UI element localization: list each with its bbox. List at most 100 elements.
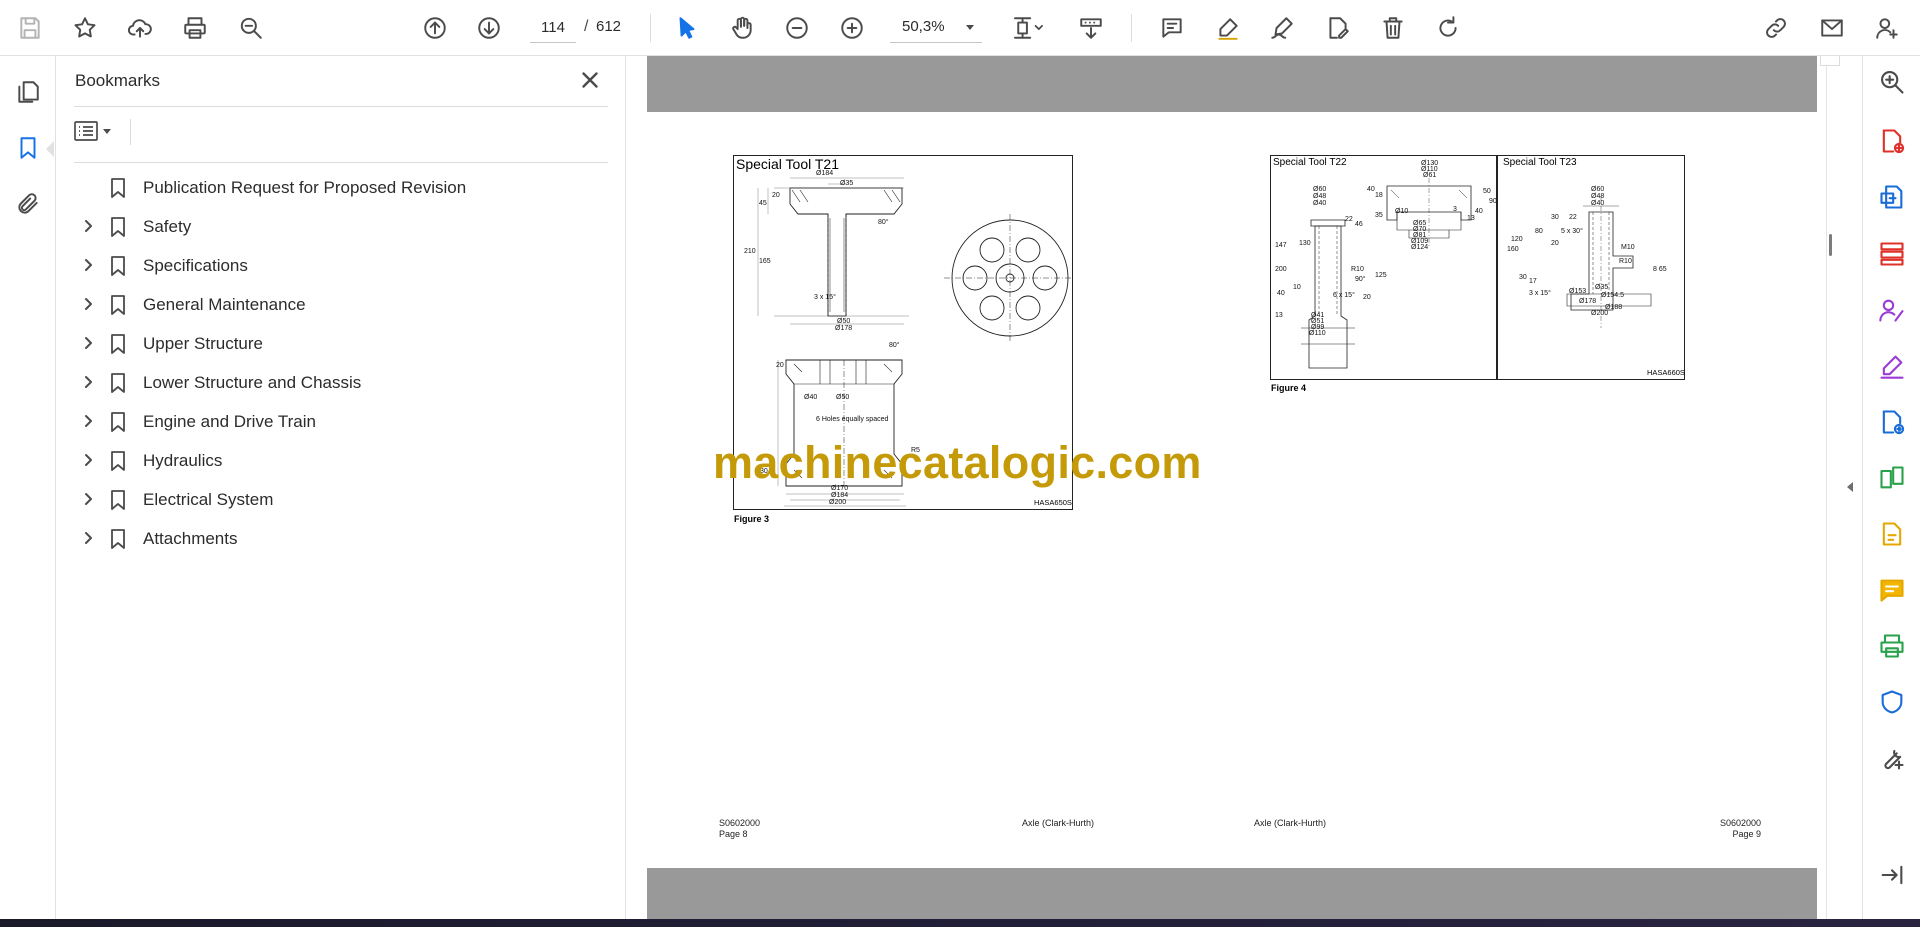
dimension-label: Ø178 (835, 325, 853, 332)
trash-icon (1383, 17, 1403, 39)
collapse-right-panel-handle[interactable] (1843, 474, 1859, 500)
dimension-label: Ø35 (1595, 284, 1609, 291)
figure-4-frame: Special Tool T22 Special Tool T23 Ø130 Ø… (1270, 155, 1685, 380)
bookmark-item-upper-structure[interactable]: Upper Structure (74, 324, 608, 363)
upload-cloud-button[interactable] (122, 10, 158, 46)
pages-icon (18, 81, 39, 103)
chevron-right-icon[interactable] (81, 375, 95, 389)
hand-tool-button[interactable] (724, 10, 760, 46)
dimension-label: 13 (1275, 312, 1283, 319)
protect-button[interactable] (1876, 686, 1908, 718)
chevron-right-icon[interactable] (81, 453, 95, 467)
total-pages: 612 (596, 18, 622, 35)
next-page-button[interactable] (471, 10, 507, 46)
scroll-mode-icon (1080, 18, 1102, 39)
print-button[interactable] (177, 10, 213, 46)
dimension-label: 125 (1375, 272, 1387, 279)
bookmark-icon (109, 255, 127, 277)
footer-section-title: Axle (Clark-Hurth) (1254, 818, 1327, 828)
footer-doc-code: S0602000 (719, 818, 761, 828)
previous-page-button[interactable] (417, 10, 453, 46)
comment-tool-button[interactable] (1876, 574, 1908, 606)
bookmark-item-safety[interactable]: Safety (74, 207, 608, 246)
tools-rail (1862, 56, 1920, 919)
bookmark-item-hydraulics[interactable]: Hydraulics (74, 441, 608, 480)
zoom-out-button[interactable] (779, 10, 815, 46)
bookmark-item-electrical-system[interactable]: Electrical System (74, 480, 608, 519)
bookmarks-panel-button[interactable] (10, 130, 46, 166)
vertical-scrollbar[interactable] (1827, 56, 1839, 919)
dimension-label: M10 (1621, 244, 1635, 251)
select-tool-button[interactable] (669, 10, 705, 46)
bookmark-item-lower-structure[interactable]: Lower Structure and Chassis (74, 363, 608, 402)
dimension-label: 40 (1277, 290, 1285, 297)
dimension-label: Ø48 (1591, 193, 1605, 200)
email-button[interactable] (1814, 10, 1850, 46)
scrollbar-thumb[interactable] (1829, 234, 1832, 256)
zoom-level-select[interactable]: 50,3% (890, 13, 982, 43)
export-pdf-button[interactable] (1876, 181, 1908, 213)
delete-button[interactable] (1375, 10, 1411, 46)
wrench-plus-icon (1884, 749, 1904, 770)
dimension-label: 6 x 15° (1333, 292, 1355, 299)
bookmark-item-attachments[interactable]: Attachments (74, 519, 608, 558)
close-icon (582, 72, 598, 88)
bookmark-item-engine-drive-train[interactable]: Engine and Drive Train (74, 402, 608, 441)
comment-icon (1162, 18, 1182, 38)
chevron-right-icon[interactable] (81, 492, 95, 506)
more-tools-button[interactable] (1876, 742, 1908, 774)
bookmark-star-button[interactable] (67, 10, 103, 46)
find-button[interactable] (233, 10, 269, 46)
fill-sign-button[interactable] (1876, 350, 1908, 382)
chevron-right-icon[interactable] (81, 258, 95, 272)
rotate-button[interactable] (1430, 10, 1466, 46)
chevron-right-icon[interactable] (81, 297, 95, 311)
bookmark-options-button[interactable] (74, 116, 120, 146)
dimension-label: 8 65 (1653, 266, 1667, 273)
organize-pages-button[interactable] (1876, 238, 1908, 270)
attachments-button[interactable] (10, 186, 46, 222)
highlight-button[interactable] (1210, 10, 1246, 46)
bookmark-item-publication-request[interactable]: Publication Request for Proposed Revisio… (74, 168, 608, 207)
edit-pdf-button[interactable] (1876, 518, 1908, 550)
save-button[interactable] (12, 10, 48, 46)
scrolling-mode-button[interactable] (1073, 10, 1109, 46)
dimension-label: R10 (1351, 266, 1364, 273)
chevron-right-icon[interactable] (81, 219, 95, 233)
comment-button[interactable] (1154, 10, 1190, 46)
dimension-label: 20 (1551, 240, 1559, 247)
page-thumbnails-button[interactable] (10, 74, 46, 110)
dimension-label: Ø40 (1591, 200, 1605, 207)
signature-request-icon (1879, 299, 1904, 322)
create-pdf-button[interactable] (1876, 125, 1908, 157)
print-production-button[interactable] (1876, 630, 1908, 662)
bookmark-label: Specifications (143, 256, 248, 275)
page-fit-button[interactable] (1005, 10, 1051, 46)
edit-text-button[interactable] (1320, 10, 1356, 46)
draw-button[interactable] (1264, 10, 1300, 46)
save-icon (20, 17, 40, 39)
bookmark-item-specifications[interactable]: Specifications (74, 246, 608, 285)
expand-tools-button[interactable] (1876, 859, 1908, 891)
zoom-tool-button[interactable] (1876, 66, 1908, 98)
navigation-rail (0, 56, 56, 919)
dimension-label: 35 (1375, 212, 1383, 219)
plus-circle-icon (841, 17, 863, 39)
current-page-input[interactable] (530, 13, 576, 43)
fill-sign-pen-icon (1880, 355, 1904, 379)
share-link-button[interactable] (1758, 10, 1794, 46)
os-taskbar-edge (0, 919, 1920, 927)
toolbar-divider (650, 14, 651, 42)
request-signatures-button[interactable] (1876, 294, 1908, 326)
zoom-in-button[interactable] (834, 10, 870, 46)
send-for-review-button[interactable] (1876, 406, 1908, 438)
dimension-label: Ø184 (831, 492, 849, 499)
bookmark-item-general-maintenance[interactable]: General Maintenance (74, 285, 608, 324)
chevron-right-icon[interactable] (81, 531, 95, 545)
compare-files-button[interactable] (1876, 462, 1908, 494)
share-people-button[interactable] (1869, 10, 1905, 46)
close-panel-button[interactable] (577, 67, 603, 93)
bookmarks-panel: Bookmarks Publication Request for Propos… (56, 56, 626, 919)
chevron-right-icon[interactable] (81, 414, 95, 428)
chevron-right-icon[interactable] (81, 336, 95, 350)
